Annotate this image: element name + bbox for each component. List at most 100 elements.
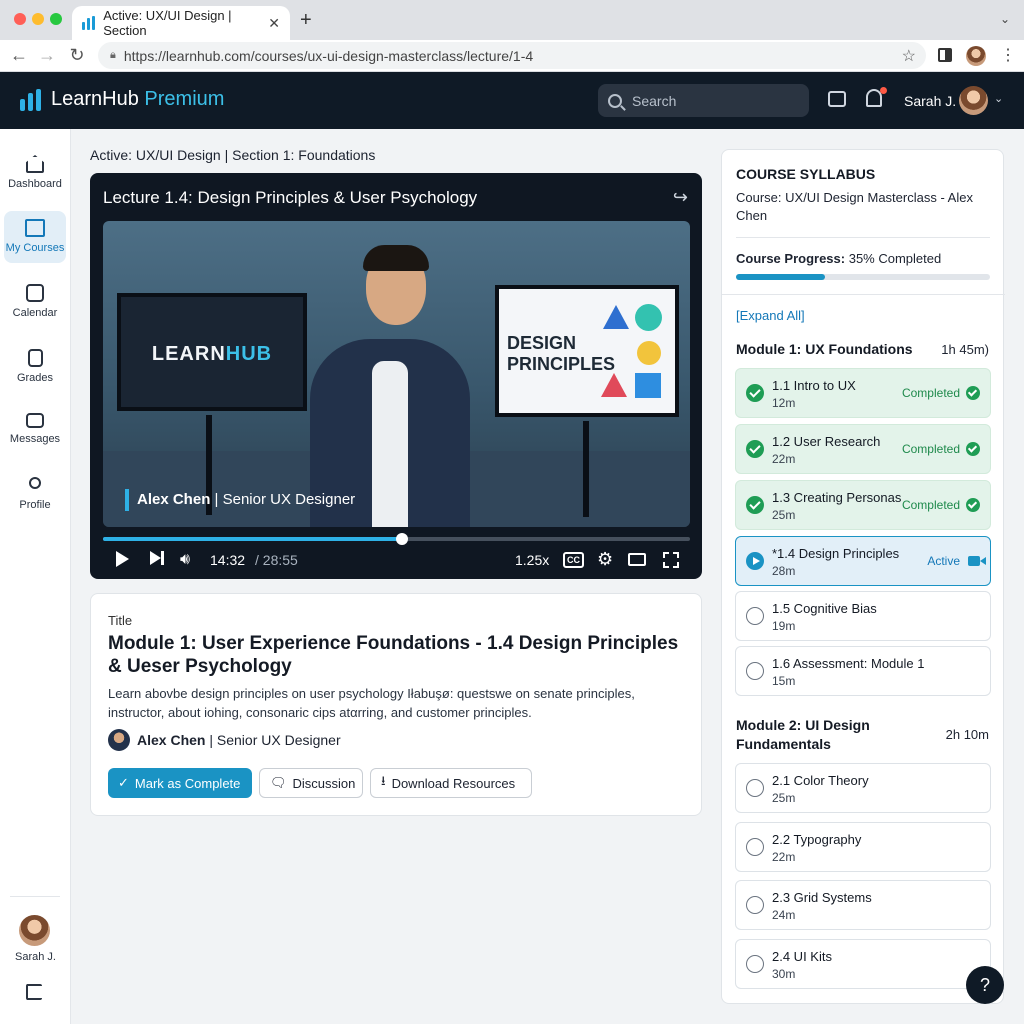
lesson-item[interactable]: 1.3 Creating Personas 25m Completed	[735, 480, 991, 530]
header-user-avatar[interactable]	[959, 86, 988, 115]
back-icon[interactable]: ←	[8, 45, 30, 66]
discussion-label: Discussion	[292, 775, 356, 791]
logout-icon[interactable]	[26, 984, 42, 1000]
fullscreen-icon[interactable]	[663, 552, 679, 568]
skip-next-icon[interactable]	[150, 551, 164, 565]
course-progress-bar	[736, 274, 990, 280]
sidebar-item-dashboard[interactable]: Dashboard	[4, 147, 66, 199]
sidebar-item-label: Messages	[9, 433, 61, 445]
maximize-window-button[interactable]	[50, 13, 62, 25]
download-icon: ⭳	[381, 773, 386, 788]
lesson-item[interactable]: 2.3 Grid Systems 24m	[735, 880, 991, 930]
course-progress-title: Course Progress:	[736, 251, 846, 266]
download-resources-button[interactable]: ⭳ Download Resources	[370, 768, 532, 798]
browser-tab-title: Active: UX/UI Design | Section	[103, 8, 232, 38]
lesson-name: 1.3 Creating Personas	[772, 490, 902, 505]
lesson-item[interactable]: 1.2 User Research 22m Completed	[735, 424, 991, 474]
lecture-info-card: Title Module 1: User Experience Foundati…	[90, 593, 702, 816]
empty-circle-icon	[746, 896, 764, 914]
lesson-duration: 12m	[772, 396, 796, 410]
play-icon[interactable]	[116, 551, 129, 567]
browser-profile-avatar[interactable]	[966, 46, 986, 66]
lesson-duration: 24m	[772, 908, 796, 922]
right-screen-line1: DESIGN	[507, 333, 577, 353]
gear-icon[interactable]: ⚙	[597, 549, 613, 570]
search-icon	[608, 93, 622, 108]
minimize-window-button[interactable]	[32, 13, 44, 25]
tab-list-chevron-icon[interactable]: ⌄	[1000, 12, 1010, 26]
learnhub-logo[interactable]: LearnHub Premium	[20, 88, 224, 111]
search-input[interactable]: Search	[598, 84, 809, 117]
yellow-circle-shape	[637, 341, 661, 365]
sidebar-item-label: Dashboard	[8, 178, 62, 190]
header-user-name[interactable]: Sarah J.	[904, 93, 956, 109]
forward-icon[interactable]: →	[36, 45, 58, 66]
author-name: Alex Chen	[137, 732, 206, 748]
teal-circle-shape	[635, 304, 662, 331]
lecture-description: Learn abovbe design principles on user p…	[108, 686, 635, 720]
chevron-down-icon[interactable]: ⌄	[994, 92, 1003, 105]
browser-tab[interactable]: Active: UX/UI Design | Section ✕	[72, 6, 290, 40]
sidebar-item-my-courses[interactable]: My Courses	[4, 211, 66, 263]
share-icon[interactable]: ↪	[673, 187, 688, 208]
cast-icon[interactable]	[628, 553, 646, 566]
close-window-button[interactable]	[14, 13, 26, 25]
syllabus-divider	[722, 294, 1005, 295]
lesson-status: Completed	[901, 442, 960, 456]
browser-menu-icon[interactable]: ⋮	[1000, 45, 1016, 65]
sidebar-item-grades[interactable]: Grades	[4, 341, 66, 393]
video-frame[interactable]: LEARNHUB DESIGN PRINCIPLES Alex Chen | Se…	[103, 221, 690, 527]
address-bar[interactable]: 🔒︎ https://learnhub.com/courses/ux-ui-de…	[98, 42, 926, 69]
completed-check-icon	[746, 496, 764, 514]
reload-icon[interactable]: ↻	[66, 45, 88, 66]
lesson-item[interactable]: 1.6 Assessment: Module 1 15m	[735, 646, 991, 696]
mark-complete-button[interactable]: ✓ Mark as Complete	[108, 768, 252, 798]
right-screen-heading: DESIGN PRINCIPLES	[507, 333, 615, 375]
expand-all-link[interactable]: [Expand All]	[736, 308, 805, 323]
chat-icon[interactable]	[828, 91, 846, 107]
browser-toolbar: ← → ↻ 🔒︎ https://learnhub.com/courses/ux…	[0, 40, 1024, 72]
presenter-role: Senior UX Designer	[222, 491, 356, 508]
download-label: Download Resources	[391, 775, 516, 791]
sidebar-item-profile[interactable]: Profile	[4, 469, 66, 521]
time-total: / 28:55	[255, 552, 298, 568]
lesson-item[interactable]: 1.5 Cognitive Bias 19m	[735, 591, 991, 641]
lesson-duration: 15m	[772, 674, 796, 688]
brand-suffix: Premium	[144, 88, 225, 110]
discussion-button[interactable]: 🗨︎ Discussion	[259, 768, 363, 798]
sidebar-item-calendar[interactable]: Calendar	[4, 276, 66, 328]
lesson-item[interactable]: 2.4 UI Kits 30m	[735, 939, 991, 989]
presenter-lower-third: Alex Chen | Senior UX Designer	[125, 489, 355, 511]
video-scrubber-handle[interactable]	[396, 533, 409, 545]
breadcrumb: Active: UX/UI Design | Section 1: Founda…	[90, 147, 376, 163]
lesson-item-active[interactable]: *1.4 Design Principles 28m Active	[735, 536, 991, 586]
play-circle-icon	[746, 552, 764, 570]
lesson-duration: 22m	[772, 452, 796, 466]
new-tab-icon[interactable]: +	[300, 9, 312, 32]
side-panel-icon[interactable]	[938, 48, 952, 62]
presenter-name: Alex Chen	[137, 491, 211, 508]
home-icon	[26, 155, 44, 173]
bookmark-star-icon[interactable]: ☆	[902, 46, 916, 66]
sidebar-user-avatar[interactable]	[19, 915, 50, 946]
help-button[interactable]: ?	[966, 966, 1004, 1004]
sidebar-item-messages[interactable]: Messages	[4, 405, 66, 457]
volume-icon[interactable]: 🔊︎	[180, 551, 190, 569]
captions-icon[interactable]: CC	[563, 552, 584, 568]
lesson-name: 2.3 Grid Systems	[772, 890, 872, 905]
lesson-item[interactable]: 1.1 Intro to UX 12m Completed	[735, 368, 991, 418]
video-progress-bar[interactable]	[103, 533, 690, 545]
lesson-duration: 19m	[772, 619, 796, 633]
lesson-duration: 30m	[772, 967, 796, 981]
right-screen-line2: PRINCIPLES	[507, 354, 616, 374]
lesson-name: *1.4 Design Principles	[772, 546, 900, 561]
lesson-item[interactable]: 2.2 Typography 22m	[735, 822, 991, 872]
left-screen-logo: LEARNHUB	[121, 343, 303, 366]
close-tab-icon[interactable]: ✕	[268, 15, 280, 32]
module-2-title[interactable]: Module 2: UI Design Fundamentals	[736, 716, 926, 754]
sidebar-item-label: Grades	[16, 372, 54, 384]
module-1-title[interactable]: Module 1: UX Foundations	[736, 340, 926, 359]
lesson-item[interactable]: 2.1 Color Theory 25m	[735, 763, 991, 813]
playback-speed[interactable]: 1.25x	[515, 552, 549, 568]
syllabus-course-name: Course: UX/UI Design Masterclass - Alex …	[736, 190, 973, 223]
